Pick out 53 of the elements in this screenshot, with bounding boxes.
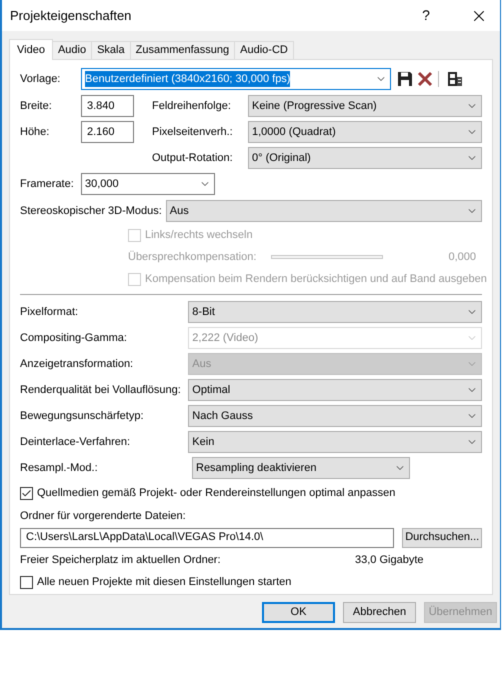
free-space-value: 33,0 Gigabyte xyxy=(355,553,424,568)
field-label: Höhe: xyxy=(20,124,50,140)
dropdown[interactable]: Nach Gauss xyxy=(188,405,482,427)
dropdown[interactable]: Optimal xyxy=(188,379,482,401)
field-label: Output-Rotation: xyxy=(152,150,234,166)
dropdown[interactable]: 30,000 xyxy=(81,173,215,195)
tab[interactable]: Video xyxy=(9,39,53,60)
slider-reading: 0,000 xyxy=(448,250,476,265)
slider-label: Übersprechkompensation: xyxy=(128,250,258,265)
save-icon[interactable] xyxy=(397,71,413,87)
folder-label: Ordner für vorgerenderte Dateien: xyxy=(20,509,187,524)
field-label: Feldreihenfolge: xyxy=(152,98,232,114)
dialog-button[interactable]: OK xyxy=(262,602,335,623)
checkbox[interactable] xyxy=(20,576,33,589)
dropdown[interactable]: 8-Bit xyxy=(188,301,482,323)
field-label: Renderqualität bei Vollauflösung: xyxy=(20,382,182,398)
dropdown[interactable]: 1,0000 (Quadrat) xyxy=(248,121,482,143)
browse-button[interactable]: Durchsuchen... xyxy=(402,528,482,548)
help-button[interactable]: ? xyxy=(406,5,446,26)
field-label: Resampl.-Mod.: xyxy=(20,460,99,476)
checkbox-label: Alle neuen Projekte mit diesen Einstellungen starten xyxy=(37,575,292,590)
film-icon[interactable] xyxy=(447,71,463,87)
checkbox[interactable] xyxy=(20,486,33,500)
window-title: Projekteigenschaften xyxy=(10,6,132,25)
free-space-label: Freier Speicherplatz im aktuellen Ordner: xyxy=(20,553,222,568)
template-combo[interactable]: Benutzerdefiniert (3840x2160; 30,000 fps) xyxy=(81,68,391,90)
field-label: Anzeigetransformation: xyxy=(20,356,134,372)
dialog-button[interactable]: Abbrechen xyxy=(343,602,416,623)
field-label: Vorlage: xyxy=(20,72,62,87)
dropdown[interactable]: Keine (Progressive Scan) xyxy=(248,95,482,117)
tab[interactable]: Zusammenfassung xyxy=(130,41,236,59)
input-field[interactable]: 3.840 xyxy=(81,95,134,117)
path-field[interactable]: C:\Users\LarsL\AppData\Local\VEGAS Pro\14.0\ xyxy=(20,528,394,548)
field-label: Deinterlace-Verfahren: xyxy=(20,434,132,450)
tab[interactable]: Audio xyxy=(52,41,92,59)
input-field[interactable]: 2.160 xyxy=(81,121,134,143)
dropdown[interactable]: Kein xyxy=(188,431,482,453)
checkbox-label: Links/rechts wechseln xyxy=(145,228,253,243)
dropdown[interactable]: 0° (Original) xyxy=(248,147,482,169)
checkbox-label: Kompensation beim Rendern berücksichtigen und auf Band ausgeben xyxy=(145,272,487,287)
field-label: Pixelformat: xyxy=(20,304,80,320)
field-label: Framerate: xyxy=(20,176,75,192)
field-label: Stereoskopischer 3D-Modus: xyxy=(20,204,163,219)
dropdown[interactable]: Resampling deaktivieren xyxy=(192,457,410,479)
tab[interactable]: Skala xyxy=(92,41,131,59)
delete-icon[interactable] xyxy=(417,71,433,87)
field-label: Breite: xyxy=(20,98,53,114)
field-label: Compositing-Gamma: xyxy=(20,330,128,346)
checkbox-label: Quellmedien gemäß Projekt- oder Rendereinstellungen optimal anpassen xyxy=(37,486,396,501)
field-label: Pixelseitenverh.: xyxy=(152,124,234,140)
field-label: Bewegungsunschärfetyp: xyxy=(20,408,145,424)
tab[interactable]: Audio-CD xyxy=(235,41,294,59)
dropdown[interactable]: Aus xyxy=(166,200,482,222)
